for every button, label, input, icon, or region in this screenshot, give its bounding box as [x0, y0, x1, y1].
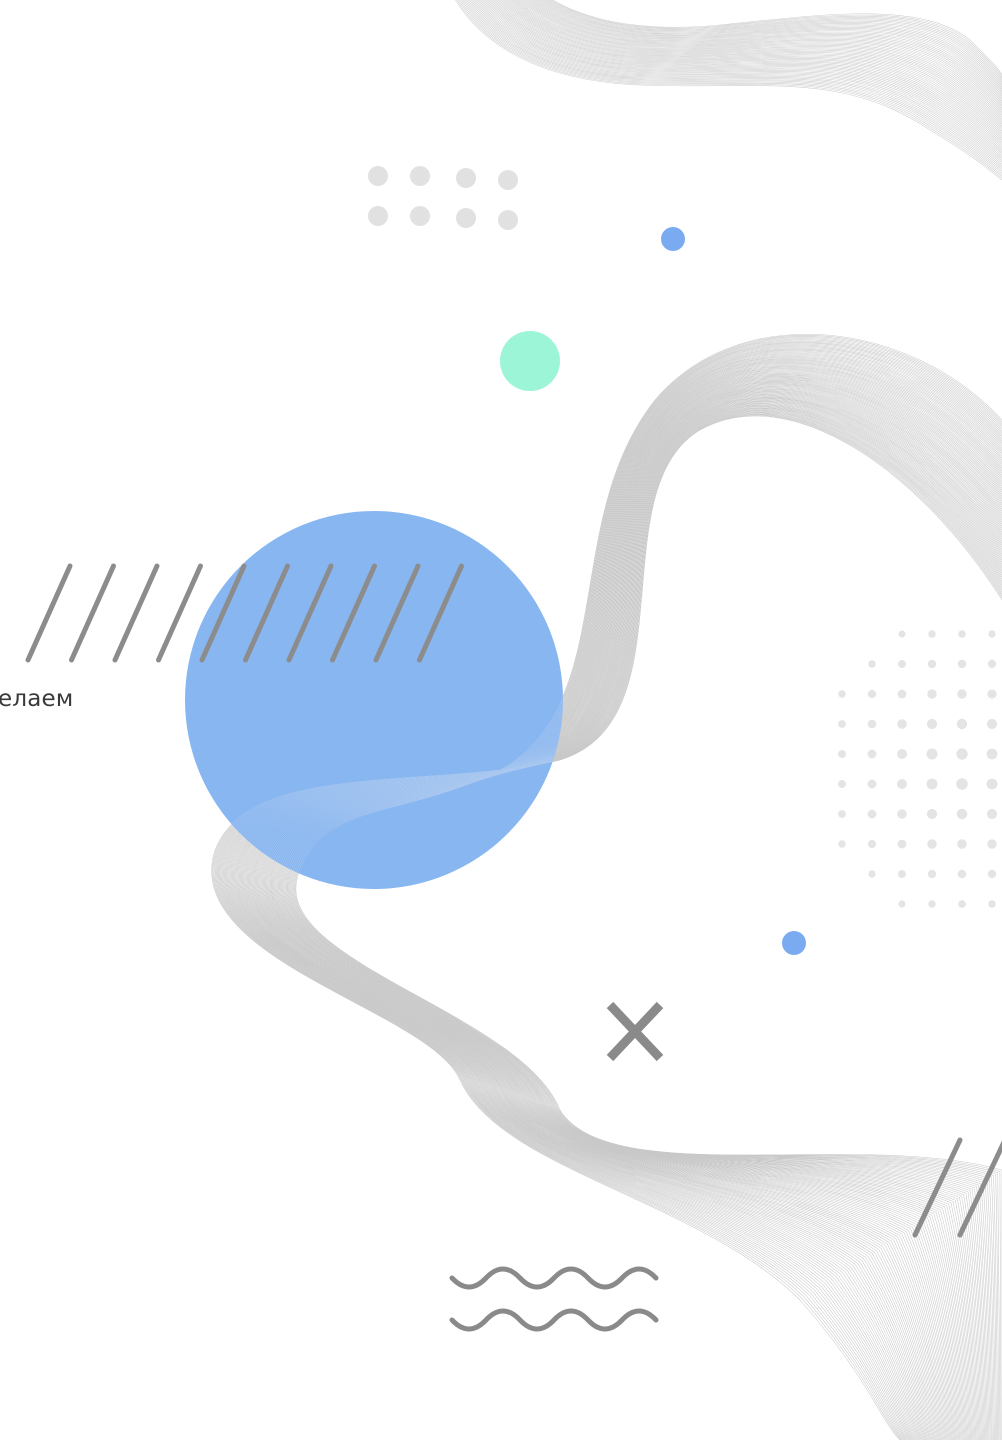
wave-ribbon-main [211, 334, 1002, 1440]
dot-grid-right [838, 630, 998, 908]
zigzag-wave-icon [449, 1266, 659, 1332]
mint-circle [500, 331, 560, 391]
small-blue-dot-bottom [782, 931, 806, 955]
decorative-artboard [25, 0, 1002, 1440]
hatch-stripes-right [912, 1137, 1002, 1238]
small-blue-dot-top [661, 227, 685, 251]
cross-icon [606, 1001, 664, 1062]
wave-ribbon-top [455, 0, 1002, 181]
dot-grid-top [368, 166, 518, 230]
partial-text: елаем [0, 686, 74, 712]
